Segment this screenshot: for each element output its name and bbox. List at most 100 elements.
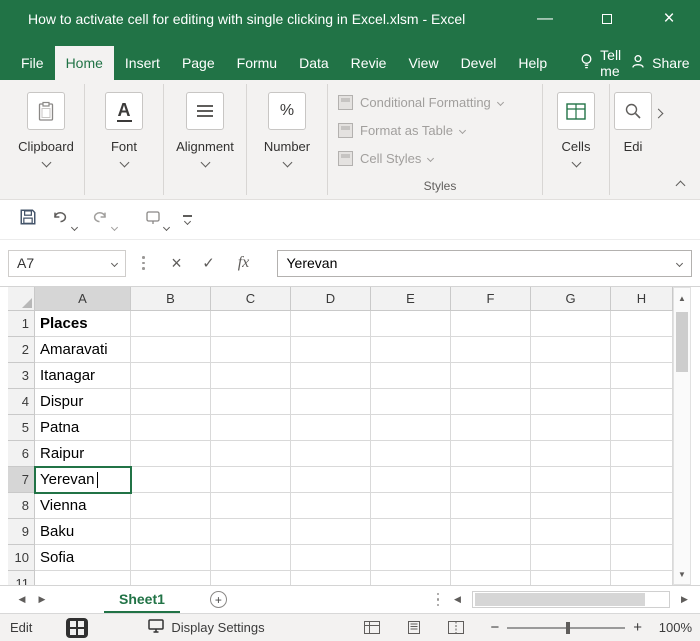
cell-B1[interactable]: [131, 311, 211, 337]
page-layout-view-button[interactable]: [406, 621, 422, 634]
zoom-in-button[interactable]: +: [633, 619, 642, 636]
cell-D6[interactable]: [291, 441, 371, 467]
hscroll-right-button[interactable]: ▶: [675, 594, 694, 605]
number-group-button[interactable]: % Number: [247, 80, 327, 199]
sheet-bar-resize-handle[interactable]: [436, 592, 439, 607]
cell-D9[interactable]: [291, 519, 371, 545]
row-header-1[interactable]: 1: [8, 311, 35, 337]
column-header-E[interactable]: E: [371, 287, 451, 311]
redo-button[interactable]: [84, 206, 124, 234]
clipboard-group-button[interactable]: Clipboard: [8, 80, 84, 199]
hscroll-left-button[interactable]: ◀: [448, 594, 467, 605]
cell-G1[interactable]: [531, 311, 611, 337]
cell-F4[interactable]: [451, 389, 531, 415]
horizontal-scrollbar[interactable]: [472, 591, 670, 608]
cell-A6[interactable]: Raipur: [35, 441, 131, 467]
display-settings-button[interactable]: Display Settings: [148, 619, 265, 636]
insert-function-button[interactable]: fx: [225, 250, 263, 277]
zoom-out-button[interactable]: −: [490, 619, 499, 636]
cell-G5[interactable]: [531, 415, 611, 441]
cell-A5[interactable]: Patna: [35, 415, 131, 441]
cell-E6[interactable]: [371, 441, 451, 467]
conditional-formatting-button[interactable]: Conditional Formatting: [338, 88, 542, 116]
font-group-button[interactable]: A Font: [85, 80, 163, 199]
cell-E2[interactable]: [371, 337, 451, 363]
cell-A8[interactable]: Vienna: [35, 493, 131, 519]
cell-C9[interactable]: [211, 519, 291, 545]
cell-E9[interactable]: [371, 519, 451, 545]
cell-H1[interactable]: [611, 311, 673, 337]
page-break-view-button[interactable]: [448, 621, 465, 634]
scroll-up-button[interactable]: ▲: [674, 288, 690, 308]
row-header-8[interactable]: 8: [8, 493, 35, 519]
zoom-slider[interactable]: [507, 621, 626, 634]
row-header-7[interactable]: 7: [8, 467, 35, 493]
cell-A7[interactable]: Yerevan: [34, 466, 132, 494]
cell-B3[interactable]: [131, 363, 211, 389]
cell-C5[interactable]: [211, 415, 291, 441]
cell-C2[interactable]: [211, 337, 291, 363]
cell-B10[interactable]: [131, 545, 211, 571]
cell-B5[interactable]: [131, 415, 211, 441]
maximize-button[interactable]: [576, 0, 638, 38]
cell-C1[interactable]: [211, 311, 291, 337]
cell-D5[interactable]: [291, 415, 371, 441]
cell-D10[interactable]: [291, 545, 371, 571]
cell-F6[interactable]: [451, 441, 531, 467]
cell-H10[interactable]: [611, 545, 673, 571]
cells-group-button[interactable]: Cells: [543, 80, 609, 199]
cell-C10[interactable]: [211, 545, 291, 571]
tab-help[interactable]: Help: [507, 46, 558, 80]
cell-F11[interactable]: [451, 571, 531, 585]
cell-B6[interactable]: [131, 441, 211, 467]
cell-G2[interactable]: [531, 337, 611, 363]
cell-G9[interactable]: [531, 519, 611, 545]
cell-H9[interactable]: [611, 519, 673, 545]
select-all-button[interactable]: [8, 287, 35, 311]
share-button[interactable]: Share: [631, 46, 690, 80]
add-sheet-button[interactable]: +: [209, 591, 227, 608]
cell-A9[interactable]: Baku: [35, 519, 131, 545]
cell-E8[interactable]: [371, 493, 451, 519]
cell-B8[interactable]: [131, 493, 211, 519]
column-header-C[interactable]: C: [211, 287, 291, 311]
cell-A10[interactable]: Sofia: [35, 545, 131, 571]
row-header-5[interactable]: 5: [8, 415, 35, 441]
cell-C7[interactable]: [211, 467, 291, 493]
tab-page[interactable]: Page: [171, 46, 226, 80]
cell-G6[interactable]: [531, 441, 611, 467]
collapse-ribbon-button[interactable]: [675, 180, 686, 191]
cell-E7[interactable]: [371, 467, 451, 493]
cell-H7[interactable]: [611, 467, 673, 493]
cell-D3[interactable]: [291, 363, 371, 389]
cell-E4[interactable]: [371, 389, 451, 415]
cell-D8[interactable]: [291, 493, 371, 519]
cell-G11[interactable]: [531, 571, 611, 585]
cancel-button[interactable]: ×: [161, 250, 193, 277]
cell-F10[interactable]: [451, 545, 531, 571]
cell-D4[interactable]: [291, 389, 371, 415]
cell-H11[interactable]: [611, 571, 673, 585]
cell-H6[interactable]: [611, 441, 673, 467]
row-header-11[interactable]: 11: [8, 571, 35, 585]
customize-quick-access-button[interactable]: [176, 211, 199, 228]
cell-G8[interactable]: [531, 493, 611, 519]
cell-G3[interactable]: [531, 363, 611, 389]
tab-revie[interactable]: Revie: [340, 46, 398, 80]
cell-H4[interactable]: [611, 389, 673, 415]
cell-F1[interactable]: [451, 311, 531, 337]
column-header-A[interactable]: A: [35, 287, 131, 311]
cell-F9[interactable]: [451, 519, 531, 545]
zoom-level[interactable]: 100%: [654, 620, 692, 635]
cell-D1[interactable]: [291, 311, 371, 337]
tab-view[interactable]: View: [397, 46, 449, 80]
tab-home[interactable]: Home: [54, 46, 114, 80]
cell-D7[interactable]: [291, 467, 371, 493]
cell-E5[interactable]: [371, 415, 451, 441]
cell-F7[interactable]: [451, 467, 531, 493]
row-header-9[interactable]: 9: [8, 519, 35, 545]
cell-E3[interactable]: [371, 363, 451, 389]
cell-E10[interactable]: [371, 545, 451, 571]
tab-devel[interactable]: Devel: [450, 46, 508, 80]
tab-formu[interactable]: Formu: [226, 46, 288, 80]
